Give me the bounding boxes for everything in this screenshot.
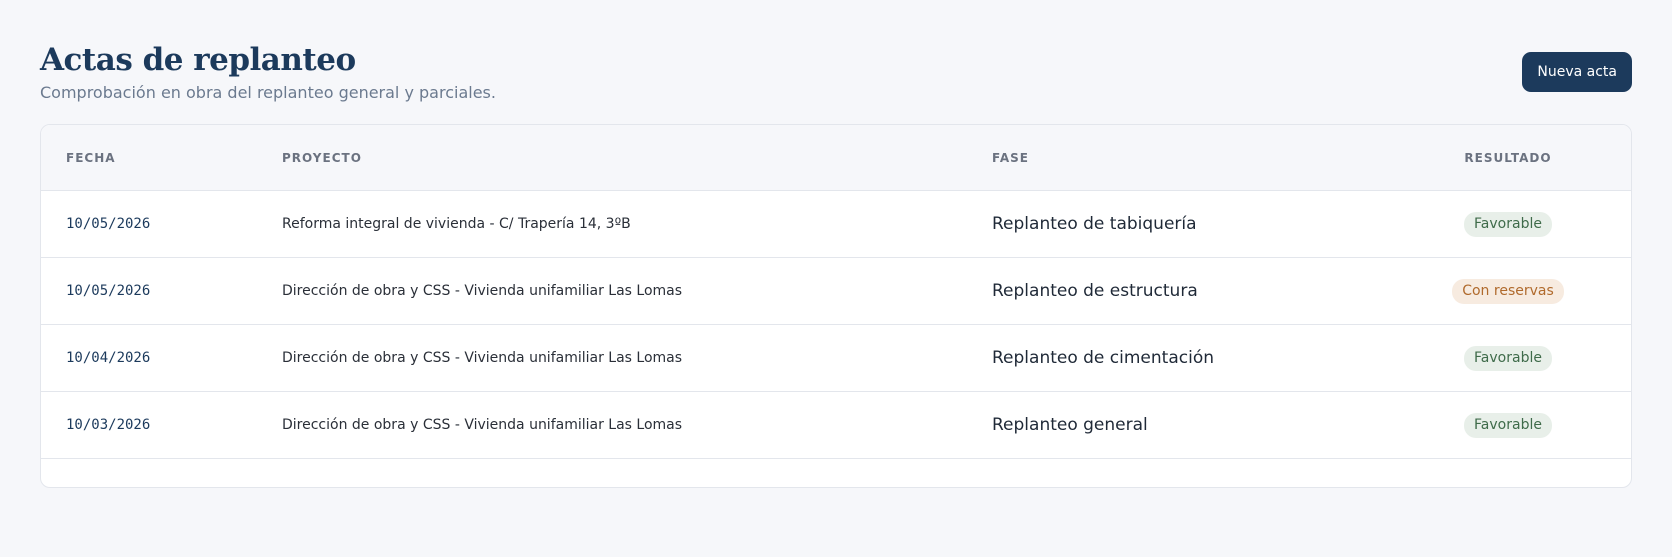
status-badge: Favorable	[1464, 212, 1552, 237]
table-row[interactable]: 10/05/2026 Reforma integral de vivienda …	[41, 191, 1631, 258]
table-header: FECHA PROYECTO FASE RESULTADO	[41, 125, 1631, 191]
status-badge: Favorable	[1464, 346, 1552, 371]
row-date: 10/03/2026	[66, 417, 151, 433]
row-project: Dirección de obra y CSS - Vivienda unifa…	[282, 350, 683, 366]
column-header-fase[interactable]: FASE	[992, 125, 1029, 191]
status-badge: Favorable	[1464, 413, 1552, 438]
page: Actas de replanteo Comprobación en obra …	[0, 0, 1672, 557]
page-title: Actas de replanteo	[40, 42, 356, 78]
column-header-proyecto[interactable]: PROYECTO	[282, 125, 362, 191]
row-phase: Replanteo general	[992, 415, 1148, 435]
row-result: Favorable	[1433, 191, 1583, 257]
page-header: Actas de replanteo Comprobación en obra …	[40, 40, 1632, 110]
row-result: Favorable	[1433, 392, 1583, 458]
new-acta-button[interactable]: Nueva acta	[1522, 52, 1632, 92]
row-project: Reforma integral de vivienda - C/ Traper…	[282, 216, 631, 232]
status-badge: Con reservas	[1452, 279, 1564, 304]
row-phase: Replanteo de estructura	[992, 281, 1198, 301]
table-row[interactable]: 10/03/2026 Dirección de obra y CSS - Viv…	[41, 392, 1631, 459]
row-date: 10/05/2026	[66, 283, 151, 299]
row-date: 10/05/2026	[66, 216, 151, 232]
row-project: Dirección de obra y CSS - Vivienda unifa…	[282, 283, 683, 299]
table-row[interactable]: 10/04/2026 Dirección de obra y CSS - Viv…	[41, 325, 1631, 392]
row-project: Dirección de obra y CSS - Vivienda unifa…	[282, 417, 683, 433]
row-result: Con reservas	[1433, 258, 1583, 324]
page-subtitle: Comprobación en obra del replanteo gener…	[40, 83, 496, 102]
row-phase: Replanteo de tabiquería	[992, 214, 1197, 234]
row-phase: Replanteo de cimentación	[992, 348, 1214, 368]
row-result: Favorable	[1433, 325, 1583, 391]
actas-table: FECHA PROYECTO FASE RESULTADO 10/05/2026…	[40, 124, 1632, 488]
column-header-resultado[interactable]: RESULTADO	[1433, 125, 1583, 191]
table-row[interactable]: 10/05/2026 Dirección de obra y CSS - Viv…	[41, 258, 1631, 325]
column-header-fecha[interactable]: FECHA	[66, 125, 116, 191]
row-date: 10/04/2026	[66, 350, 151, 366]
